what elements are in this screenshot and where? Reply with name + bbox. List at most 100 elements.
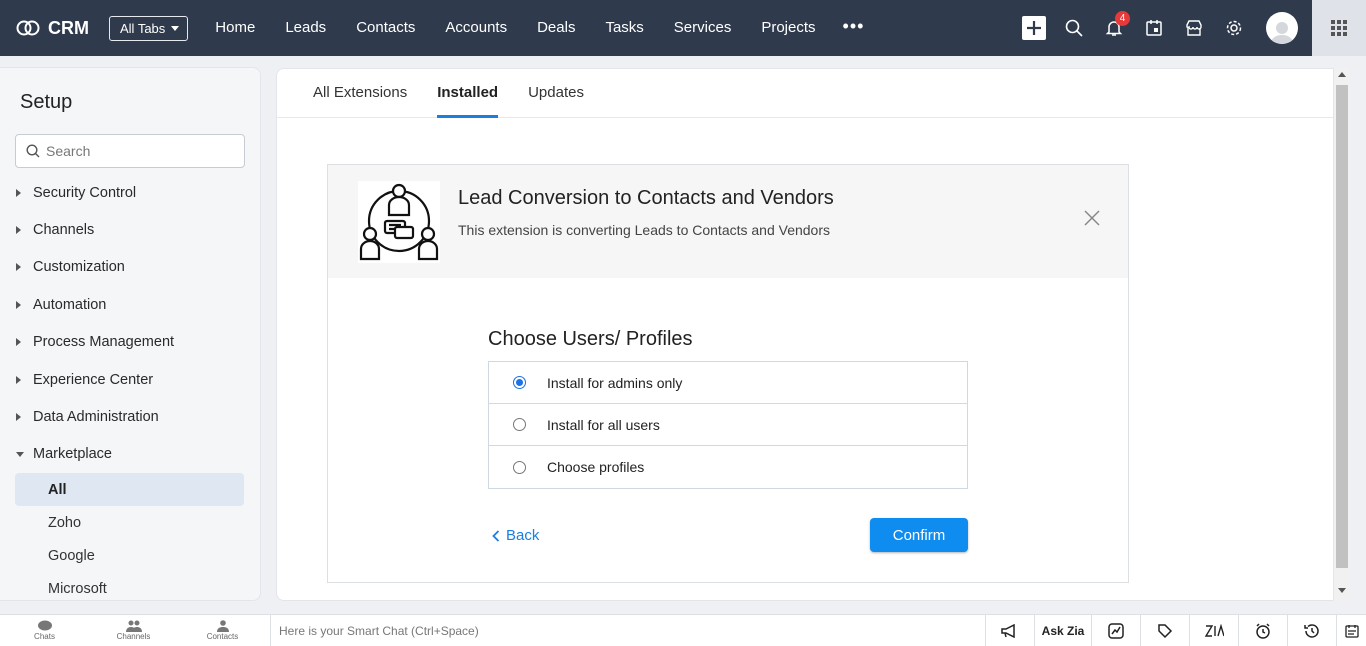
- announcement-button[interactable]: [985, 615, 1034, 646]
- search-icon: [26, 144, 40, 158]
- notification-count-badge: 4: [1115, 11, 1130, 26]
- page-scrollbar[interactable]: [1334, 68, 1350, 601]
- sidebar-item-automation[interactable]: Automation: [0, 286, 260, 323]
- history-button[interactable]: [1287, 615, 1336, 646]
- install-extension-card: Lead Conversion to Contacts and Vendors …: [327, 164, 1129, 583]
- extension-header: Lead Conversion to Contacts and Vendors …: [328, 165, 1128, 278]
- chat-bubble-icon: [37, 620, 52, 631]
- notes-button[interactable]: [1336, 615, 1366, 646]
- scroll-down-arrow-icon[interactable]: [1338, 588, 1346, 593]
- tag-button[interactable]: [1140, 615, 1189, 646]
- topbar-actions: 4: [1014, 0, 1366, 56]
- user-icon: [1270, 22, 1294, 44]
- sidebar-search[interactable]: [15, 134, 245, 168]
- nav-tab-services[interactable]: Services: [659, 0, 747, 56]
- setup-sidebar: Setup Security Control Channels Customiz…: [0, 67, 261, 601]
- sidebar-item-label: Process Management: [33, 334, 175, 351]
- chevron-left-icon: [492, 529, 500, 542]
- nav-tab-home[interactable]: Home: [200, 0, 270, 56]
- megaphone-icon: [1001, 624, 1015, 638]
- brand-name: CRM: [48, 17, 89, 38]
- nav-tab-deals[interactable]: Deals: [522, 0, 590, 56]
- sidebar-item-customization[interactable]: Customization: [0, 249, 260, 286]
- close-icon[interactable]: [1083, 209, 1101, 227]
- sidebar-subitem-microsoft[interactable]: Microsoft: [15, 572, 244, 605]
- sidebar-item-marketplace[interactable]: Marketplace: [0, 436, 260, 473]
- chevron-down-icon: [16, 451, 24, 457]
- calendar-button[interactable]: [1134, 0, 1174, 56]
- tab-installed[interactable]: Installed: [437, 69, 499, 118]
- group-icon: [125, 620, 142, 632]
- setup-menu: Security Control Channels Customization …: [0, 174, 260, 605]
- user-avatar[interactable]: [1266, 12, 1298, 44]
- bottom-item-label: Contacts: [206, 632, 239, 641]
- apps-grid-button[interactable]: [1312, 0, 1366, 56]
- nav-tab-accounts[interactable]: Accounts: [430, 0, 522, 56]
- nav-tab-tasks[interactable]: Tasks: [590, 0, 658, 56]
- radio-admins-only[interactable]: [513, 376, 526, 389]
- analytics-button[interactable]: [1091, 615, 1140, 646]
- note-icon: [1344, 625, 1359, 638]
- option-admins-only[interactable]: Install for admins only: [489, 362, 967, 404]
- install-options: Install for admins only Install for all …: [488, 361, 968, 489]
- bottom-item-label: Chats: [34, 632, 55, 641]
- marketplace-button[interactable]: [1174, 0, 1214, 56]
- sidebar-subitem-google[interactable]: Google: [15, 539, 244, 572]
- chart-icon: [1108, 623, 1124, 639]
- smart-chat-input[interactable]: Here is your Smart Chat (Ctrl+Space): [270, 614, 990, 646]
- option-all-users[interactable]: Install for all users: [489, 404, 967, 446]
- option-label: Install for admins only: [547, 374, 683, 391]
- people-network-icon: [359, 183, 439, 261]
- back-button[interactable]: Back: [492, 527, 539, 544]
- tab-all-extensions[interactable]: All Extensions: [313, 69, 407, 118]
- zia-icon: [1204, 624, 1224, 637]
- radio-choose-profiles[interactable]: [513, 460, 526, 474]
- chevron-right-icon: [16, 338, 21, 347]
- bottom-channels[interactable]: Channels: [89, 615, 178, 646]
- bottom-item-label: Channels: [116, 632, 151, 641]
- all-tabs-label: All Tabs: [120, 20, 166, 36]
- more-tabs-button[interactable]: •••: [831, 0, 877, 56]
- sidebar-item-label: Marketplace: [33, 446, 112, 463]
- sidebar-title: Setup: [20, 91, 73, 113]
- zia-button[interactable]: [1189, 615, 1238, 646]
- sidebar-subitem-zoho[interactable]: Zoho: [15, 506, 244, 539]
- back-label: Back: [506, 527, 540, 544]
- scrollbar-thumb[interactable]: [1336, 85, 1348, 568]
- notifications-button[interactable]: 4: [1094, 0, 1134, 56]
- reminder-button[interactable]: [1238, 615, 1287, 646]
- nav-tab-projects[interactable]: Projects: [746, 0, 830, 56]
- sidebar-item-experience-center[interactable]: Experience Center: [0, 361, 260, 398]
- sidebar-search-input[interactable]: [46, 143, 226, 159]
- sidebar-item-security-control[interactable]: Security Control: [0, 174, 260, 211]
- tab-updates[interactable]: Updates: [528, 69, 584, 118]
- scroll-up-arrow-icon[interactable]: [1338, 72, 1346, 77]
- bottom-chats[interactable]: Chats: [0, 615, 89, 646]
- plus-icon: [1022, 16, 1046, 40]
- sidebar-item-data-administration[interactable]: Data Administration: [0, 398, 260, 435]
- nav-tab-contacts[interactable]: Contacts: [341, 0, 430, 56]
- gear-icon: [1226, 20, 1242, 36]
- sidebar-subitem-all[interactable]: All: [15, 473, 244, 507]
- sidebar-item-label: Security Control: [33, 184, 137, 201]
- sidebar-item-label: Experience Center: [33, 371, 154, 388]
- all-tabs-dropdown[interactable]: All Tabs: [109, 15, 189, 41]
- settings-button[interactable]: [1214, 0, 1254, 56]
- bottom-toolbar: Chats Channels Contacts Here is your Sma…: [0, 614, 1366, 646]
- option-choose-profiles[interactable]: Choose profiles: [489, 446, 967, 488]
- extension-logo: [358, 181, 440, 263]
- create-button[interactable]: [1014, 0, 1054, 56]
- ask-zia-button[interactable]: Ask Zia: [1034, 615, 1091, 646]
- option-label: Install for all users: [547, 416, 660, 433]
- sidebar-item-label: Customization: [33, 259, 125, 276]
- chevron-right-icon: [16, 188, 21, 197]
- module-tabs: Home Leads Contacts Accounts Deals Tasks…: [200, 0, 876, 56]
- confirm-button[interactable]: Confirm: [870, 518, 968, 552]
- radio-all-users[interactable]: [513, 418, 526, 431]
- sidebar-item-channels[interactable]: Channels: [0, 211, 260, 248]
- bottom-contacts[interactable]: Contacts: [178, 615, 267, 646]
- sidebar-item-process-management[interactable]: Process Management: [0, 324, 260, 361]
- crm-logo[interactable]: CRM: [16, 18, 89, 39]
- search-button[interactable]: [1054, 0, 1094, 56]
- nav-tab-leads[interactable]: Leads: [270, 0, 341, 56]
